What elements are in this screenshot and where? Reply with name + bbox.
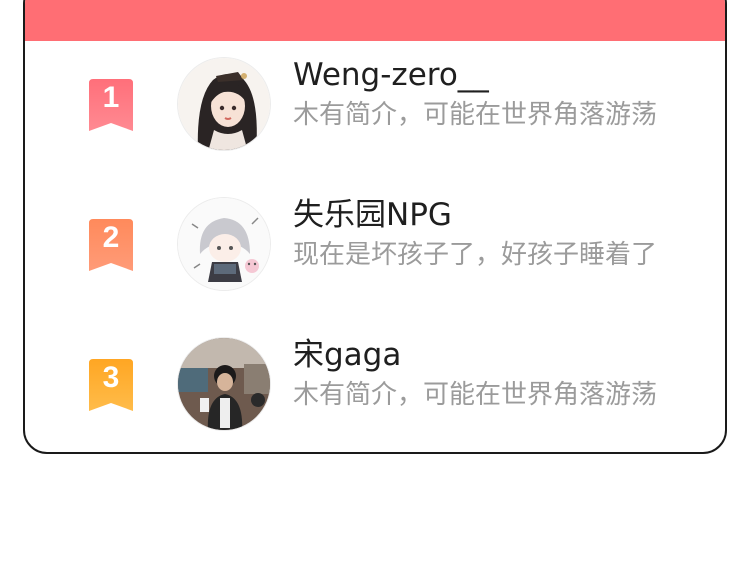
leaderboard-row[interactable]: 3 宋gaga 木有简介，可能在世界角落游荡	[25, 332, 725, 432]
chibi-girl-avatar[interactable]	[177, 197, 271, 291]
user-name[interactable]: Weng-zero__	[293, 55, 489, 95]
anime-girl-avatar[interactable]	[177, 57, 271, 151]
rank-badge-icon: 3	[87, 359, 135, 411]
leaderboard-card: 1 Weng-zero__ 木有简介，可能在世界角落游荡 2 失乐园NPG 现在…	[23, 0, 727, 454]
user-bio: 木有简介，可能在世界角落游荡	[293, 380, 658, 410]
leaderboard-row[interactable]: 1 Weng-zero__ 木有简介，可能在世界角落游荡	[25, 52, 725, 152]
rank-number: 3	[102, 361, 120, 394]
photo-person-avatar[interactable]	[177, 337, 271, 431]
rank-badge-icon: 1	[87, 79, 135, 131]
card-header	[25, 0, 725, 41]
user-name[interactable]: 宋gaga	[293, 335, 401, 375]
leaderboard-row[interactable]: 2 失乐园NPG 现在是坏孩子了，好孩子睡着了	[25, 192, 725, 292]
user-bio: 木有简介，可能在世界角落游荡	[293, 100, 658, 130]
user-bio: 现在是坏孩子了，好孩子睡着了	[293, 240, 658, 270]
rank-number: 1	[102, 81, 120, 114]
user-name[interactable]: 失乐园NPG	[293, 195, 452, 235]
rank-badge-icon: 2	[87, 219, 135, 271]
rank-number: 2	[102, 221, 120, 254]
